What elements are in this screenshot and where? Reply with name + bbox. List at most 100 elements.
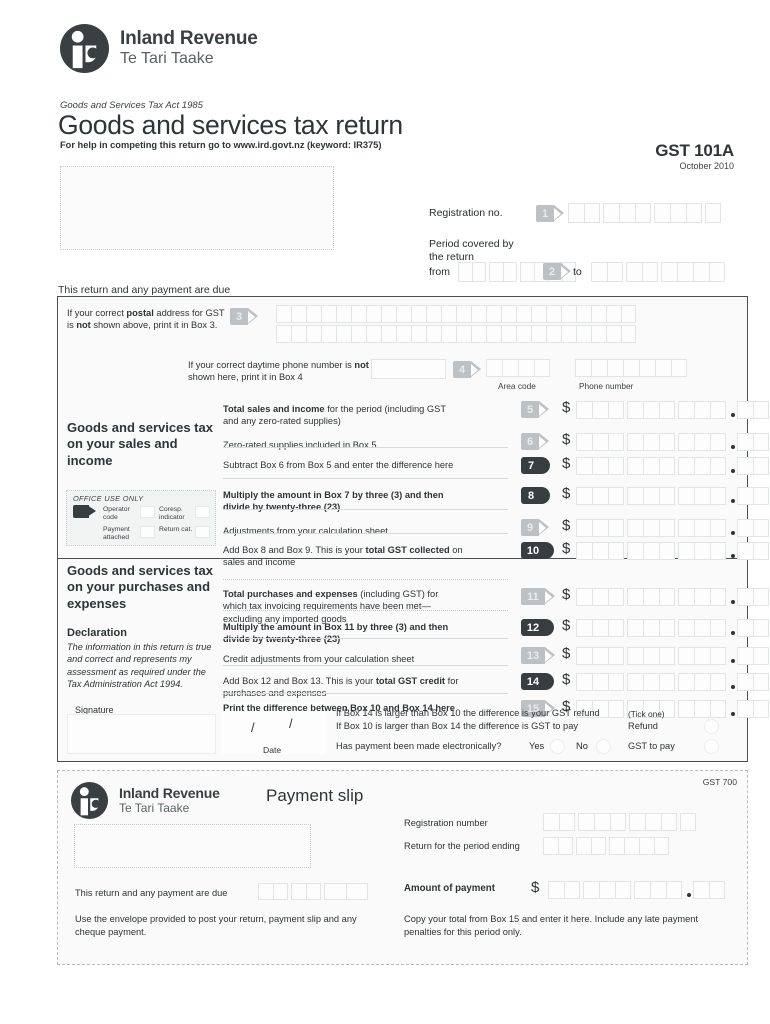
payment-slip-code: GST 700 [702,777,737,787]
item-description-9: Adjustments from your calculation sheet [223,526,388,536]
taxpayer-name-address-box[interactable] [60,166,334,250]
payment-slip-amount-input[interactable] [548,881,725,899]
box-marker-8: 8 [521,487,550,504]
decimal-point [731,499,735,503]
box-marker-10: 10 [521,542,554,559]
box-marker-7: 7 [521,457,550,474]
office-use-title: OFFICE USE ONLY [73,494,144,503]
item-description-12: Multiply the amount in Box 11 by three (… [223,622,449,645]
brand-maori-name: Te Tari Taake [120,49,214,67]
electronic-yes-checkbox[interactable] [550,739,565,754]
operator-code-label: Operator code [103,506,130,522]
box-marker-6: 6 [521,433,549,450]
payment-slip-due-input[interactable] [258,883,368,900]
row-separator [223,665,508,666]
amount-input[interactable] [576,647,769,665]
purchases-section-heading: Goods and services tax on your purchases… [67,563,213,611]
decimal-point [731,413,735,417]
amount-input[interactable] [576,700,769,718]
amount-input[interactable] [576,619,769,637]
amount-input[interactable] [576,401,769,419]
amount-input[interactable] [576,487,769,505]
payment-slip-name-box[interactable] [74,824,311,868]
item-description-8: Multiply the amount in Box 7 by three (3… [223,490,444,513]
item-description-6: Zero-rated supplies included in Box 5 [223,440,377,450]
address-row-2[interactable] [276,325,636,343]
decimal-point [731,712,735,716]
period-to-input[interactable] [591,262,725,282]
amount-input[interactable] [576,457,769,475]
corresp-indicator-label: Coresp. indicator [159,506,185,522]
electronic-yes-label: Yes [529,741,545,751]
box4-existing-phone-field[interactable] [371,359,446,379]
dollar-sign-12: $ [562,617,571,634]
amount-input[interactable] [576,433,769,451]
refund-option-label: Refund [628,721,658,731]
brand-maori-name: Te Tari Taake [119,800,190,815]
row-separator [223,509,508,510]
address-row-1[interactable] [276,305,636,323]
office-use-arrow-icon [73,505,97,518]
decimal-point [731,685,735,689]
dollar-sign-10: $ [562,540,571,557]
row-separator [223,638,508,639]
refund-option-checkbox[interactable] [704,719,719,734]
refund-line-1: If Box 14 is larger than Box 10 the diff… [336,708,600,718]
box3-hint: If your correct postal address for GST i… [67,308,225,331]
box-marker-5: 5 [521,401,549,418]
form-revision-date: October 2010 [679,161,734,171]
amount-input[interactable] [576,673,769,691]
operator-code-field[interactable] [140,506,155,518]
item-description-5: Total sales and income for the period (i… [223,404,446,427]
registration-no-input[interactable] [568,203,721,223]
item-description-13: Credit adjustments from your calculation… [223,654,415,664]
sales-section-heading: Goods and services tax on your sales and… [67,420,213,468]
dollar-sign-5: $ [562,399,571,416]
decimal-point [731,531,735,535]
gst-101a-form-page: Inland Revenue Te Tari Taake Goods and S… [0,0,770,1024]
electronic-no-checkbox[interactable] [596,739,611,754]
decimal-point [687,893,691,897]
payment-slip-registration-label: Registration number [404,818,488,828]
return-cat-field[interactable] [195,526,210,538]
gst-to-pay-option-checkbox[interactable] [704,739,719,754]
item-description-10: Add Box 8 and Box 9. This is your total … [223,545,463,568]
box-marker-14: 14 [521,673,554,690]
box-marker-1: 1 [536,205,564,222]
dollar-sign-6: $ [562,431,571,448]
signature-field[interactable] [67,714,216,754]
corresp-indicator-field[interactable] [195,506,210,518]
dollar-sign-14: $ [562,671,571,688]
brand-name: Inland Revenue [120,27,258,49]
form-code: GST 101A [655,141,734,160]
amount-input[interactable] [576,542,769,560]
decimal-point [731,554,735,558]
help-line: For help in competing this return go to … [60,140,382,150]
amount-input[interactable] [576,588,769,606]
phone-number-input[interactable] [575,359,687,377]
payment-slip-period-input[interactable] [543,837,669,855]
amount-input[interactable] [576,519,769,537]
box-marker-4: 4 [453,361,481,378]
period-from-label: from [429,266,450,278]
box-marker-2: 2 [543,263,571,280]
payment-slip-registration-input[interactable] [543,813,696,831]
tick-one-label: (Tick one) [628,709,665,719]
inland-revenue-koru-logo-icon [60,24,109,73]
refund-line-2: If Box 10 is larger than Box 14 the diff… [336,721,579,731]
period-to-label: to [573,266,582,278]
box4-hint: If your correct daytime phone number is … [188,360,369,383]
decimal-point [731,600,735,604]
payment-attached-field[interactable] [140,526,155,538]
return-due-label: This return and any payment are due [58,284,231,296]
gst-to-pay-option-label: GST to pay [628,741,675,751]
area-code-input[interactable] [486,359,550,377]
decimal-point [731,631,735,635]
brand-name: Inland Revenue [119,784,220,801]
inland-revenue-logo: Inland Revenue Te Tari Taake [60,24,258,73]
box4-phone-input[interactable] [486,359,687,377]
dollar-sign-13: $ [562,645,571,662]
payment-slip-note-left: Use the envelope provided to post your r… [75,914,357,937]
payment-slip-amount-label: Amount of payment [404,883,495,894]
box3-address-input[interactable] [276,305,636,345]
